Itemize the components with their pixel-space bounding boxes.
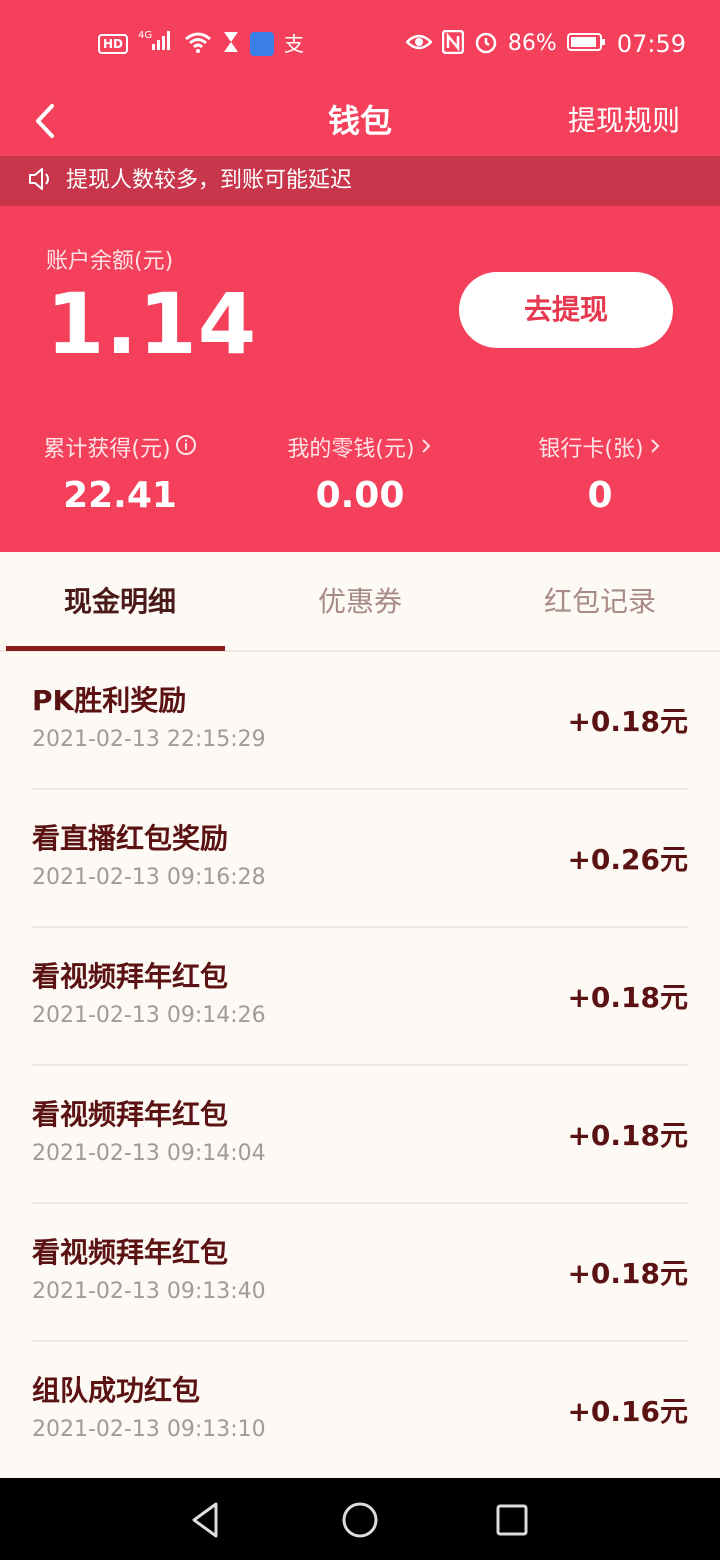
stat-value: 0 bbox=[587, 475, 613, 516]
chevron-right-icon bbox=[419, 432, 433, 468]
network-type: 4G bbox=[138, 30, 152, 41]
list-item[interactable]: 看直播红包奖励 2021-02-13 09:16:28 +0.26元 bbox=[32, 790, 688, 928]
chevron-right-icon bbox=[648, 432, 662, 468]
balance-label: 账户余额(元) bbox=[46, 249, 174, 274]
record-amount: +0.16元 bbox=[567, 1395, 688, 1428]
record-title: 看视频拜年红包 bbox=[32, 960, 229, 993]
wifi-icon bbox=[184, 30, 212, 58]
record-amount: +0.18元 bbox=[567, 1119, 688, 1152]
system-back-button[interactable] bbox=[184, 1498, 228, 1542]
signal-icon: 4G bbox=[138, 28, 174, 61]
stat-label: 银行卡(张) bbox=[538, 437, 644, 462]
record-time: 2021-02-13 09:14:26 bbox=[32, 1003, 266, 1028]
record-title: 看视频拜年红包 bbox=[32, 1236, 229, 1269]
record-time: 2021-02-13 22:15:29 bbox=[32, 727, 266, 752]
status-bar: HD 4G 支 86% 07:59 bbox=[0, 0, 720, 88]
record-title: 组队成功红包 bbox=[32, 1374, 201, 1407]
clock: 07:59 bbox=[616, 30, 686, 58]
triangle-back-icon bbox=[192, 1502, 218, 1538]
record-time: 2021-02-13 09:16:28 bbox=[32, 865, 266, 890]
system-recents-button[interactable] bbox=[490, 1498, 534, 1542]
nav-bar: 钱包 提现规则 bbox=[0, 88, 720, 154]
list-item[interactable]: PK胜利奖励 2021-02-13 22:15:29 +0.18元 bbox=[32, 652, 688, 790]
battery-percent: 86% bbox=[507, 31, 557, 56]
stat-label: 累计获得(元) bbox=[43, 437, 171, 462]
list-item[interactable]: 看视频拜年红包 2021-02-13 09:13:40 +0.18元 bbox=[32, 1204, 688, 1342]
info-icon[interactable] bbox=[175, 432, 197, 468]
tab-coupons[interactable]: 优惠券 bbox=[240, 552, 480, 652]
withdraw-rules-link[interactable]: 提现规则 bbox=[568, 98, 680, 144]
status-right: 86% 07:59 bbox=[405, 28, 686, 60]
alarm-icon bbox=[474, 30, 498, 58]
hd-badge: HD bbox=[98, 34, 129, 54]
record-amount: +0.18元 bbox=[567, 705, 688, 738]
record-time: 2021-02-13 09:13:40 bbox=[32, 1279, 266, 1304]
stat-value: 22.41 bbox=[63, 475, 177, 516]
alipay-icon: 支 bbox=[284, 32, 305, 56]
record-title: 看直播红包奖励 bbox=[32, 822, 229, 855]
notice-text: 提现人数较多，到账可能延迟 bbox=[66, 168, 353, 193]
list-item[interactable]: 看视频拜年红包 2021-02-13 09:14:04 +0.18元 bbox=[32, 1066, 688, 1204]
withdraw-button[interactable]: 去提现 bbox=[459, 272, 673, 348]
battery-icon bbox=[566, 32, 607, 56]
record-time: 2021-02-13 09:14:04 bbox=[32, 1141, 266, 1166]
stat-label: 我的零钱(元) bbox=[287, 437, 415, 462]
app-notification-icon bbox=[250, 32, 275, 56]
record-amount: +0.18元 bbox=[567, 981, 688, 1014]
hourglass-icon bbox=[222, 30, 240, 58]
square-recents-icon bbox=[496, 1504, 528, 1536]
tab-red-packet-records[interactable]: 红包记录 bbox=[480, 552, 720, 652]
list-item[interactable]: 组队成功红包 2021-02-13 09:13:10 +0.16元 bbox=[32, 1342, 688, 1480]
stat-value: 0.00 bbox=[315, 475, 405, 516]
record-amount: +0.18元 bbox=[567, 1257, 688, 1290]
stat-bank-cards[interactable]: 银行卡(张) 0 bbox=[480, 432, 720, 520]
tab-cash-details[interactable]: 现金明细 bbox=[0, 552, 240, 652]
list-item[interactable]: 看视频拜年红包 2021-02-13 09:14:26 +0.18元 bbox=[32, 928, 688, 1066]
active-tab-indicator bbox=[6, 646, 225, 651]
system-home-button[interactable] bbox=[338, 1498, 382, 1542]
speaker-icon bbox=[28, 167, 54, 195]
circle-home-icon bbox=[342, 1502, 378, 1538]
tab-bar: 现金明细 优惠券 红包记录 bbox=[0, 552, 720, 652]
record-time: 2021-02-13 09:13:10 bbox=[32, 1417, 266, 1442]
nfc-icon bbox=[441, 29, 465, 58]
eye-icon bbox=[405, 32, 433, 56]
notice-banner: 提现人数较多，到账可能延迟 bbox=[0, 156, 720, 206]
record-title: PK胜利奖励 bbox=[32, 684, 187, 717]
record-amount: +0.26元 bbox=[567, 843, 688, 876]
cash-record-list: PK胜利奖励 2021-02-13 22:15:29 +0.18元 看直播红包奖… bbox=[0, 652, 720, 1480]
record-title: 看视频拜年红包 bbox=[32, 1098, 229, 1131]
stat-total-earned: 累计获得(元) 22.41 bbox=[0, 432, 240, 520]
system-nav-bar bbox=[0, 1478, 720, 1560]
balance-value: 1.14 bbox=[46, 275, 258, 373]
stat-my-change[interactable]: 我的零钱(元) 0.00 bbox=[240, 432, 480, 520]
status-left: HD 4G 支 bbox=[98, 28, 304, 60]
wallet-screen: HD 4G 支 86% 07:59 钱包 提现规则 提现人数较多，到账可能延迟 … bbox=[0, 0, 720, 1560]
